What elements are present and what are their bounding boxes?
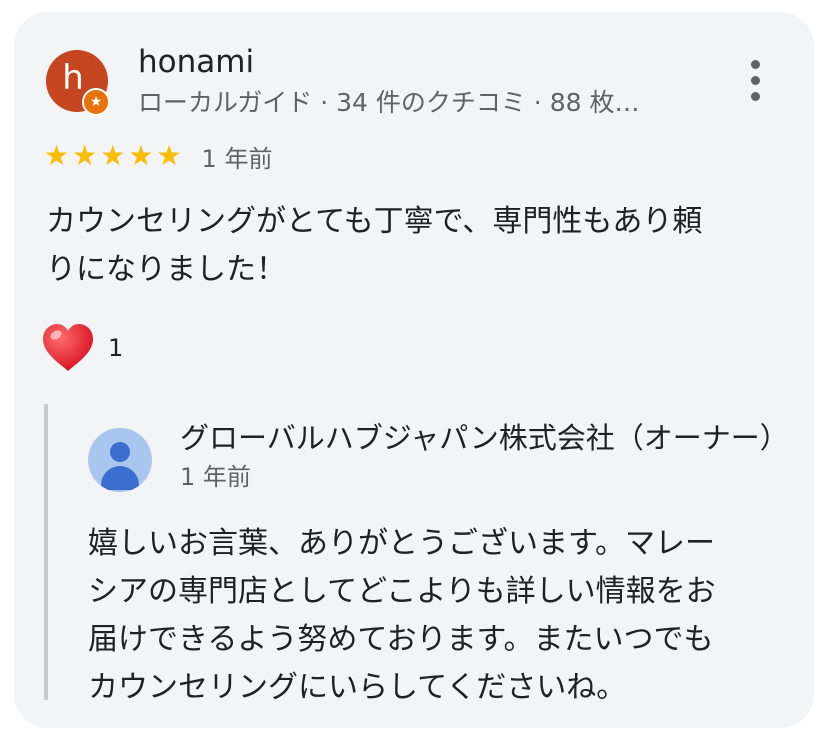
owner-reply: グローバルハブジャパン株式会社（オーナー） 1 年前 嬉しいお言葉、ありがとうご… (44, 404, 814, 705)
star-icon: ★ (156, 139, 182, 172)
star-rating: ★ ★ ★ ★ ★ (44, 139, 182, 173)
reviewer-meta[interactable]: ローカルガイド · 34 件のクチコミ · 88 枚… (138, 86, 639, 120)
star-icon: ★ (44, 139, 70, 172)
reply-time: 1 年前 (180, 463, 251, 491)
local-guide-star-icon: ★ (82, 88, 110, 116)
more-vert-icon (751, 76, 760, 85)
more-options-button[interactable] (738, 52, 774, 108)
review-text-line: カウンセリングがとても丁寧で、専門性もあり頼 (46, 204, 703, 239)
avatar-letter: h (62, 58, 84, 98)
reply-text-line: カウンセリングにいらしてくださいね。 (88, 670, 627, 705)
review-card: h ★ honami ローカルガイド · 34 件のクチコミ · 88 枚… ★… (14, 12, 814, 728)
star-icon: ★ (72, 139, 98, 172)
reply-text: 嬉しいお言葉、ありがとうございます。マレー シアの専門店としてどこよりも詳しい情… (88, 520, 788, 712)
star-icon: ★ (100, 139, 126, 172)
reviewer-name[interactable]: honami (138, 42, 254, 82)
rating-row: ★ ★ ★ ★ ★ 1 年前 (44, 138, 272, 174)
review-text-line: りになりました！ (46, 252, 286, 287)
reply-text-line: 届けできるよう努めております。またいつでも (88, 622, 714, 657)
reaction-button[interactable]: 1 (40, 322, 123, 374)
heart-icon (43, 324, 93, 371)
reply-text-line: シアの専門店としてどこよりも詳しい情報をお (88, 574, 716, 609)
star-icon: ★ (128, 139, 154, 172)
more-vert-icon (751, 92, 760, 101)
reply-text-line: 嬉しいお言葉、ありがとうございます。マレー (88, 526, 715, 561)
person-icon (88, 428, 152, 492)
reaction-count: 1 (108, 334, 124, 362)
review-time: 1 年前 (201, 144, 273, 173)
review-text: カウンセリングがとても丁寧で、専門性もあり頼 りになりました！ (46, 198, 776, 294)
owner-name: グローバルハブジャパン株式会社（オーナー） (180, 421, 789, 455)
more-vert-icon (751, 60, 760, 69)
